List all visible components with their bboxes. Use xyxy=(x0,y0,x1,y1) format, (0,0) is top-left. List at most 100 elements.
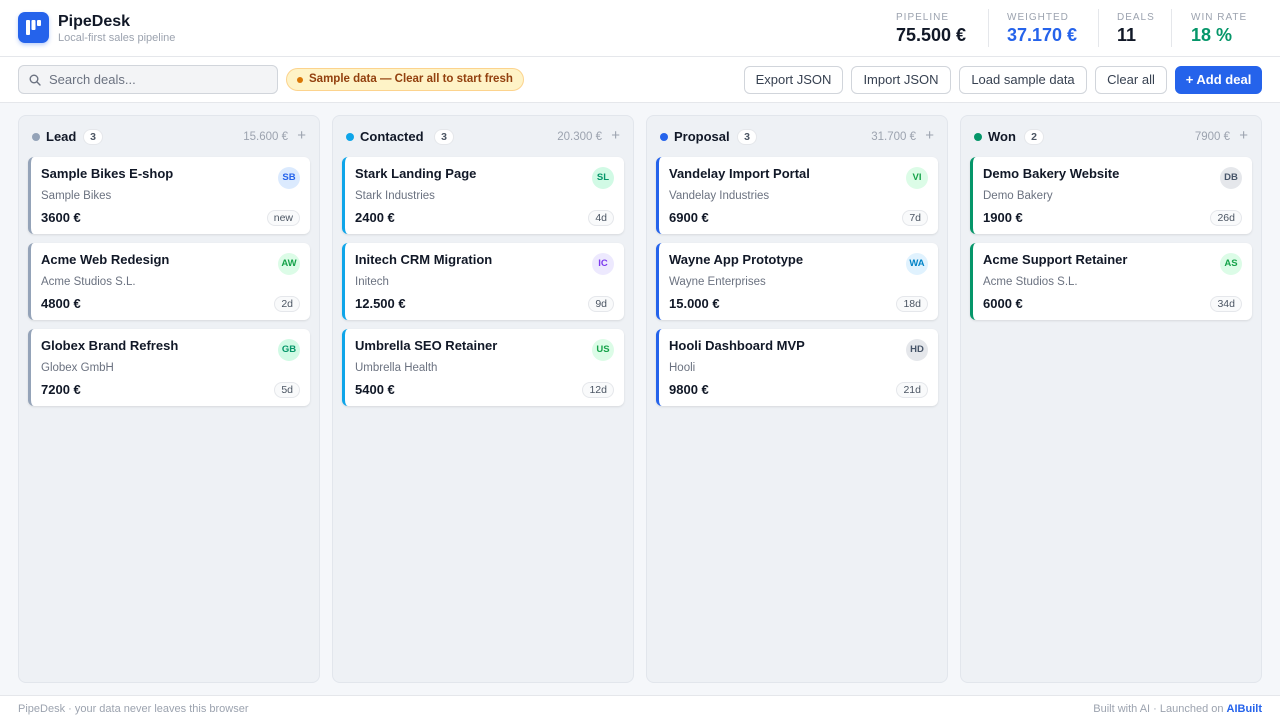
deal-title: Sample Bikes E-shop xyxy=(41,166,174,181)
avatar: IC xyxy=(592,253,614,275)
avatar: HD xyxy=(906,339,928,361)
avatar: GB xyxy=(278,339,300,361)
pipeline-icon xyxy=(26,20,41,35)
add-to-column-button[interactable]: + xyxy=(611,127,620,145)
footer-note: PipeDesk · your data never leaves this b… xyxy=(18,703,249,715)
import-json-button[interactable]: Import JSON xyxy=(851,66,951,94)
age-badge: 34d xyxy=(1210,296,1242,312)
stage-dot xyxy=(974,133,982,141)
deal-company: Acme Studios S.L. xyxy=(41,276,136,288)
deal-card[interactable]: Wayne App Prototype Wayne Enterprises 15… xyxy=(656,243,938,320)
stat-value: 37.170 € xyxy=(1007,25,1078,45)
column-title: Proposal xyxy=(674,129,730,144)
avatar: WA xyxy=(906,253,928,275)
stat-pipeline: PIPELINE 75.500 € xyxy=(896,12,966,46)
column-title: Contacted xyxy=(360,129,424,144)
column-contacted: Contacted 3 20.300 € + Stark Landing Pag… xyxy=(332,115,634,683)
deal-title: Umbrella SEO Retainer xyxy=(355,338,498,353)
deal-amount: 1900 € xyxy=(983,210,1023,225)
age-badge: 2d xyxy=(274,296,300,312)
deal-amount: 6900 € xyxy=(669,210,709,225)
column-total: 7900 € xyxy=(1194,131,1230,143)
deal-company: Demo Bakery xyxy=(983,190,1053,202)
footer-credit-text: Built with AI · Launched on xyxy=(1093,703,1224,715)
status-dot xyxy=(297,77,303,83)
add-to-column-button[interactable]: + xyxy=(297,127,306,145)
deal-amount: 15.000 € xyxy=(669,296,720,311)
deal-amount: 5400 € xyxy=(355,382,395,397)
deal-card[interactable]: Initech CRM Migration Initech 12.500 € I… xyxy=(342,243,624,320)
deal-card[interactable]: Acme Web Redesign Acme Studios S.L. 4800… xyxy=(28,243,310,320)
deal-title: Acme Support Retainer xyxy=(983,252,1128,267)
stat-weighted: WEIGHTED 37.170 € xyxy=(1007,12,1077,46)
deal-card[interactable]: Umbrella SEO Retainer Umbrella Health 54… xyxy=(342,329,624,406)
column-count-badge: 3 xyxy=(737,129,757,145)
column-total: 31.700 € xyxy=(871,131,916,143)
deal-amount: 2400 € xyxy=(355,210,395,225)
deal-company: Wayne Enterprises xyxy=(669,276,766,288)
avatar: AW xyxy=(278,253,300,275)
load-sample-button[interactable]: Load sample data xyxy=(959,66,1087,94)
age-badge: 9d xyxy=(588,296,614,312)
age-badge: 21d xyxy=(896,382,928,398)
column-proposal: Proposal 3 31.700 € + Vandelay Import Po… xyxy=(646,115,948,683)
divider xyxy=(988,9,989,47)
stat-label: WIN RATE xyxy=(1191,12,1248,23)
deal-card[interactable]: Acme Support Retainer Acme Studios S.L. … xyxy=(970,243,1252,320)
age-badge: new xyxy=(266,210,300,226)
stat-deals: DEALS 11 xyxy=(1117,12,1155,46)
deal-card[interactable]: Stark Landing Page Stark Industries 2400… xyxy=(342,157,624,234)
search-input[interactable] xyxy=(49,66,273,93)
age-badge: 18d xyxy=(896,296,928,312)
deal-company: Stark Industries xyxy=(355,190,435,202)
deal-card[interactable]: Vandelay Import Portal Vandelay Industri… xyxy=(656,157,938,234)
divider xyxy=(1098,9,1099,47)
add-to-column-button[interactable]: + xyxy=(925,127,934,145)
deal-title: Globex Brand Refresh xyxy=(41,338,179,353)
column-total: 15.600 € xyxy=(243,131,288,143)
toolbar: Sample data — Clear all to start fresh E… xyxy=(0,57,1280,103)
search-box[interactable] xyxy=(18,65,278,94)
stat-value: 18 % xyxy=(1191,25,1233,45)
deal-company: Sample Bikes xyxy=(41,190,112,202)
deal-card[interactable]: Hooli Dashboard MVP Hooli 9800 € HD 21d xyxy=(656,329,938,406)
avatar: VI xyxy=(906,167,928,189)
app-name: PipeDesk xyxy=(58,13,131,30)
add-to-column-button[interactable]: + xyxy=(1239,127,1248,145)
column-lead: Lead 3 15.600 € + Sample Bikes E-shop Sa… xyxy=(18,115,320,683)
deal-title: Vandelay Import Portal xyxy=(669,166,810,181)
deal-card[interactable]: Demo Bakery Website Demo Bakery 1900 € D… xyxy=(970,157,1252,234)
avatar: AS xyxy=(1220,253,1242,275)
divider xyxy=(1171,9,1172,47)
column-count-badge: 3 xyxy=(83,129,103,145)
deal-amount: 6000 € xyxy=(983,296,1023,311)
column-count-badge: 3 xyxy=(434,129,454,145)
sample-data-badge: Sample data — Clear all to start fresh xyxy=(286,68,524,91)
deal-company: Vandelay Industries xyxy=(669,190,770,202)
column-title: Won xyxy=(988,129,1016,144)
avatar: SL xyxy=(592,167,614,189)
aibuilt-link[interactable]: AIBuilt xyxy=(1227,703,1262,715)
deal-amount: 7200 € xyxy=(41,382,81,397)
app-footer: PipeDesk · your data never leaves this b… xyxy=(0,695,1280,720)
column-title: Lead xyxy=(46,129,77,144)
age-badge: 26d xyxy=(1210,210,1242,226)
age-badge: 7d xyxy=(902,210,928,226)
avatar: US xyxy=(592,339,614,361)
stat-win-rate: WIN RATE 18 % xyxy=(1191,12,1247,46)
deal-title: Demo Bakery Website xyxy=(983,166,1120,181)
stat-value: 75.500 € xyxy=(896,25,967,45)
deal-company: Hooli xyxy=(669,362,696,374)
export-json-button[interactable]: Export JSON xyxy=(744,66,843,94)
deal-card[interactable]: Sample Bikes E-shop Sample Bikes 3600 € … xyxy=(28,157,310,234)
column-won: Won 2 7900 € + Demo Bakery Website Demo … xyxy=(960,115,1262,683)
deal-amount: 9800 € xyxy=(669,382,709,397)
add-deal-button[interactable]: + Add deal xyxy=(1175,66,1262,94)
clear-all-button[interactable]: Clear all xyxy=(1095,66,1167,94)
stage-dot xyxy=(346,133,354,141)
deal-card[interactable]: Globex Brand Refresh Globex GmbH 7200 € … xyxy=(28,329,310,406)
search-icon xyxy=(29,74,41,86)
deal-amount: 3600 € xyxy=(41,210,81,225)
avatar: SB xyxy=(278,167,300,189)
stat-value: 11 xyxy=(1117,25,1137,45)
